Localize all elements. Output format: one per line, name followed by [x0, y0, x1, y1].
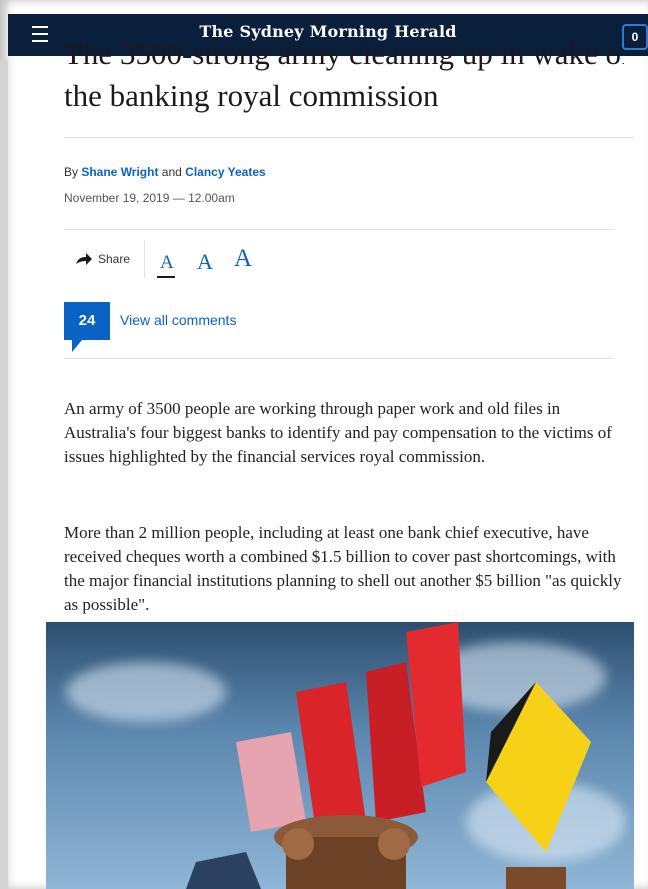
divider [64, 229, 614, 230]
notification-badge[interactable]: 0 [622, 24, 648, 50]
comment-badge-tail [72, 340, 82, 352]
share-arrow-icon [76, 253, 92, 265]
article-hero-image[interactable] [46, 622, 634, 889]
toolbar-separator [144, 240, 145, 278]
font-size-large-button[interactable]: A [234, 245, 252, 273]
share-label: Share [98, 252, 131, 266]
headline-clipped: The 3500-strong army cleaning up in wake… [64, 34, 624, 72]
bank-logos-illustration [186, 622, 591, 889]
article-paragraph-1: An army of 3500 people are working throu… [64, 399, 612, 466]
article-paragraph-2: More than 2 million people, including at… [64, 523, 622, 614]
byline-prefix: By [64, 165, 82, 179]
divider [64, 137, 634, 138]
font-size-selected-indicator [157, 276, 175, 278]
headline-line1: The 3500-strong army cleaning up in wake… [64, 36, 624, 71]
author-link-2[interactable]: Clancy Yeates [185, 165, 266, 179]
byline-and: and [158, 165, 186, 179]
font-size-small-button[interactable]: A [160, 252, 174, 274]
view-comments-link[interactable]: View all comments [120, 312, 236, 328]
divider [64, 358, 614, 359]
left-border [0, 60, 8, 889]
share-button[interactable]: Share [76, 252, 130, 266]
byline: By Shane Wright and Clancy Yeates [64, 165, 266, 179]
author-link-1[interactable]: Shane Wright [81, 165, 158, 179]
headline-line2: the banking royal commission [64, 78, 439, 113]
comment-count-badge[interactable]: 24 [64, 302, 110, 340]
font-size-medium-button[interactable]: A [197, 249, 213, 275]
publish-date: November 19, 2019 — 12.00am [64, 191, 235, 205]
